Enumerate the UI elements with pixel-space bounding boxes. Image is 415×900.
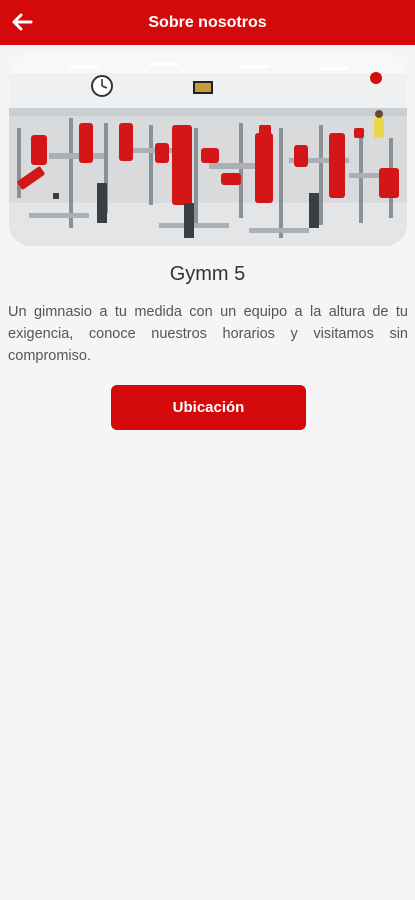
- arrow-left-icon: [12, 13, 33, 31]
- back-button[interactable]: [8, 8, 36, 36]
- app-bar: Sobre nosotros: [0, 0, 415, 45]
- page-title: Sobre nosotros: [148, 13, 267, 31]
- location-button[interactable]: Ubicación: [111, 385, 306, 430]
- gym-photo: [9, 53, 407, 246]
- gym-photo-illustration: [9, 53, 407, 246]
- gym-name: Gymm 5: [169, 263, 246, 285]
- gym-description: Un gimnasio a tu medida con un equipo a …: [8, 304, 408, 364]
